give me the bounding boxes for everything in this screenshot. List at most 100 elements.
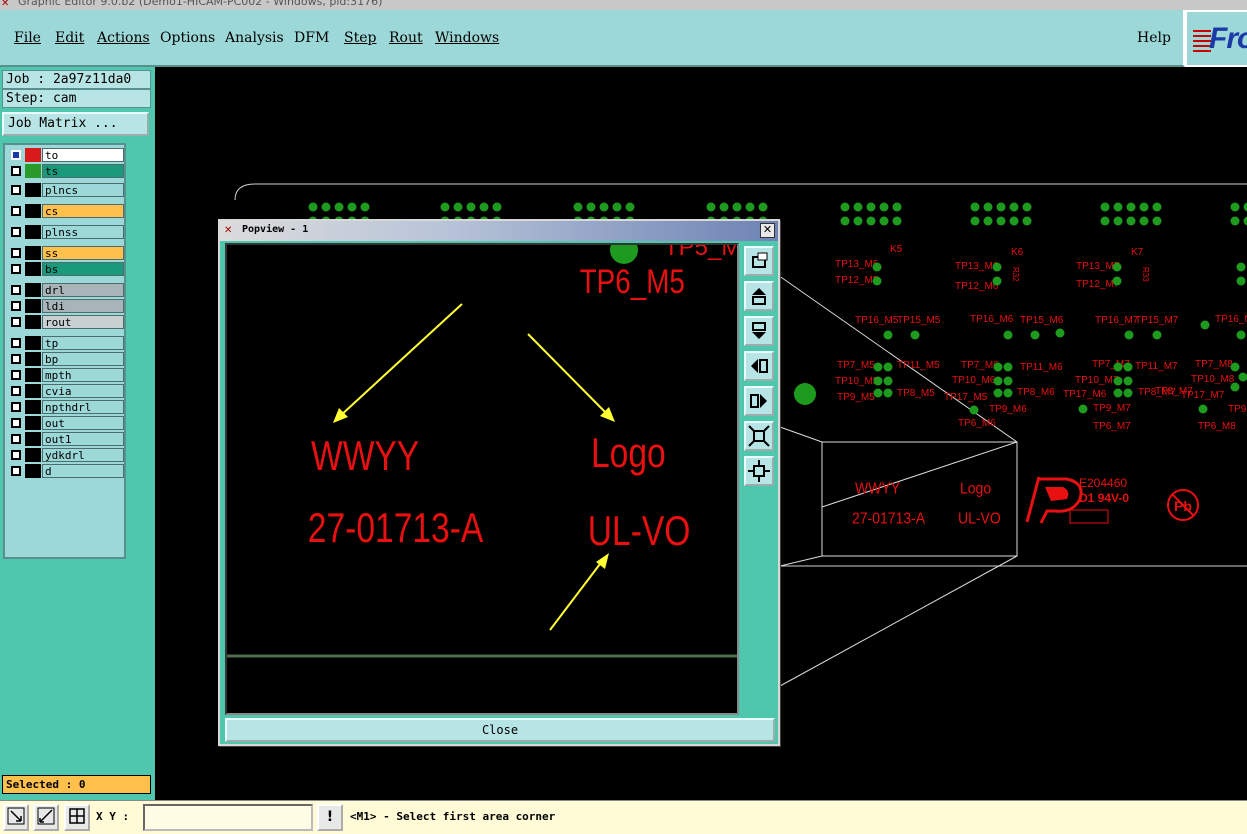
layer-name[interactable]: ydkdrl	[42, 448, 124, 462]
layer-checkbox[interactable]	[11, 434, 21, 444]
menu-actions[interactable]: Actions	[97, 30, 150, 46]
layer-color-swatch[interactable]	[25, 416, 41, 430]
pan-up-icon[interactable]	[744, 281, 774, 311]
layer-row-out1[interactable]: out1	[7, 432, 124, 446]
layer-checkbox[interactable]	[11, 386, 21, 396]
layer-row-d[interactable]: d	[7, 464, 124, 478]
layer-name[interactable]: bp	[42, 352, 124, 366]
layer-checkbox[interactable]	[11, 166, 21, 176]
layer-row-ss[interactable]: ss	[7, 246, 124, 260]
layer-checkbox[interactable]	[11, 185, 21, 195]
layer-name[interactable]: plnss	[42, 225, 124, 239]
menu-analysis[interactable]: Analysis	[225, 30, 284, 46]
layer-color-swatch[interactable]	[25, 448, 41, 462]
layer-row-ldi[interactable]: ldi	[7, 299, 124, 313]
xy-input[interactable]	[143, 804, 313, 831]
pan-left-icon[interactable]	[744, 351, 774, 381]
layer-row-cvia[interactable]: cvia	[7, 384, 124, 398]
layer-row-plnss[interactable]: plnss	[7, 225, 124, 239]
menu-windows[interactable]: Windows	[435, 30, 499, 46]
zoom-home-icon[interactable]	[744, 246, 774, 276]
layer-checkbox[interactable]	[11, 248, 21, 258]
layer-row-to[interactable]: to	[7, 148, 124, 162]
menu-help[interactable]: Help	[1137, 30, 1171, 46]
layer-color-swatch[interactable]	[25, 262, 41, 276]
layer-row-drl[interactable]: drl	[7, 283, 124, 297]
layer-name[interactable]: cvia	[42, 384, 124, 398]
layer-color-swatch[interactable]	[25, 164, 41, 178]
job-matrix-button[interactable]: Job Matrix ...	[2, 112, 149, 136]
layer-color-swatch[interactable]	[25, 464, 41, 478]
layer-color-swatch[interactable]	[25, 400, 41, 414]
layer-color-swatch[interactable]	[25, 352, 41, 366]
popview-viewport[interactable]: TP5_M5 TP6_M5 WWYY Logo 27-01713-A UL-VO	[225, 234, 755, 715]
layer-name[interactable]: to	[42, 148, 124, 162]
layer-name[interactable]: d	[42, 464, 124, 478]
layer-name[interactable]: rout	[42, 315, 124, 329]
layer-checkbox[interactable]	[11, 402, 21, 412]
layer-row-out[interactable]: out	[7, 416, 124, 430]
layer-color-swatch[interactable]	[25, 432, 41, 446]
layer-row-bp[interactable]: bp	[7, 352, 124, 366]
layer-name[interactable]: out	[42, 416, 124, 430]
layer-name[interactable]: out1	[42, 432, 124, 446]
popview-window[interactable]: ✕ Popview - 1 ✕ TP5_M5 TP6_M5 WWYY Logo …	[218, 219, 780, 746]
popview-close-button[interactable]: Close	[225, 718, 775, 742]
zoom-window-icon[interactable]	[3, 804, 29, 831]
layer-row-npthdrl[interactable]: npthdrl	[7, 400, 124, 414]
layer-row-mpth[interactable]: mpth	[7, 368, 124, 382]
menu-file[interactable]: File	[14, 30, 41, 46]
measure-icon[interactable]	[33, 804, 59, 831]
layer-color-swatch[interactable]	[25, 336, 41, 350]
layer-color-swatch[interactable]	[25, 246, 41, 260]
layer-name[interactable]: bs	[42, 262, 124, 276]
layer-color-swatch[interactable]	[25, 183, 41, 197]
layer-name[interactable]: cs	[42, 204, 124, 218]
layer-name[interactable]: plncs	[42, 183, 124, 197]
layer-name[interactable]: ts	[42, 164, 124, 178]
snap-grid-icon[interactable]	[64, 804, 90, 831]
layer-checkbox[interactable]	[11, 450, 21, 460]
popview-close-icon[interactable]: ✕	[760, 223, 775, 238]
zoom-out-icon[interactable]	[744, 456, 774, 486]
layer-color-swatch[interactable]	[25, 315, 41, 329]
layer-color-swatch[interactable]	[25, 368, 41, 382]
menu-step[interactable]: Step	[344, 30, 376, 46]
layer-name[interactable]: ss	[42, 246, 124, 260]
layer-color-swatch[interactable]	[25, 204, 41, 218]
pan-down-icon[interactable]	[744, 316, 774, 346]
layer-checkbox[interactable]	[11, 285, 21, 295]
layer-checkbox[interactable]	[11, 370, 21, 380]
zoom-in-icon[interactable]	[744, 421, 774, 451]
layer-row-ts[interactable]: ts	[7, 164, 124, 178]
layer-checkbox[interactable]	[11, 206, 21, 216]
menu-edit[interactable]: Edit	[55, 30, 84, 46]
menu-rout[interactable]: Rout	[389, 30, 423, 46]
layer-name[interactable]: npthdrl	[42, 400, 124, 414]
layer-checkbox[interactable]	[11, 227, 21, 237]
layer-checkbox[interactable]	[11, 301, 21, 311]
menu-dfm[interactable]: DFM	[294, 30, 329, 46]
layer-name[interactable]: drl	[42, 283, 124, 297]
layer-checkbox[interactable]	[11, 264, 21, 274]
layer-checkbox[interactable]	[11, 354, 21, 364]
layer-color-swatch[interactable]	[25, 299, 41, 313]
layer-row-ydkdrl[interactable]: ydkdrl	[7, 448, 124, 462]
layer-checkbox[interactable]	[11, 418, 21, 428]
layer-row-tp[interactable]: tp	[7, 336, 124, 350]
popview-title-bar[interactable]: ✕ Popview - 1 ✕	[220, 221, 778, 241]
layer-color-swatch[interactable]	[25, 148, 41, 162]
layer-row-cs[interactable]: cs	[7, 204, 124, 218]
layer-color-swatch[interactable]	[25, 225, 41, 239]
layer-row-plncs[interactable]: plncs	[7, 183, 124, 197]
pan-right-icon[interactable]	[744, 386, 774, 416]
layer-name[interactable]: ldi	[42, 299, 124, 313]
layer-row-rout[interactable]: rout	[7, 315, 124, 329]
alert-icon[interactable]: !	[317, 804, 343, 831]
layer-name[interactable]: mpth	[42, 368, 124, 382]
layer-checkbox[interactable]	[11, 150, 21, 160]
menu-options[interactable]: Options	[160, 30, 215, 46]
layer-name[interactable]: tp	[42, 336, 124, 350]
layer-row-bs[interactable]: bs	[7, 262, 124, 276]
layer-color-swatch[interactable]	[25, 283, 41, 297]
